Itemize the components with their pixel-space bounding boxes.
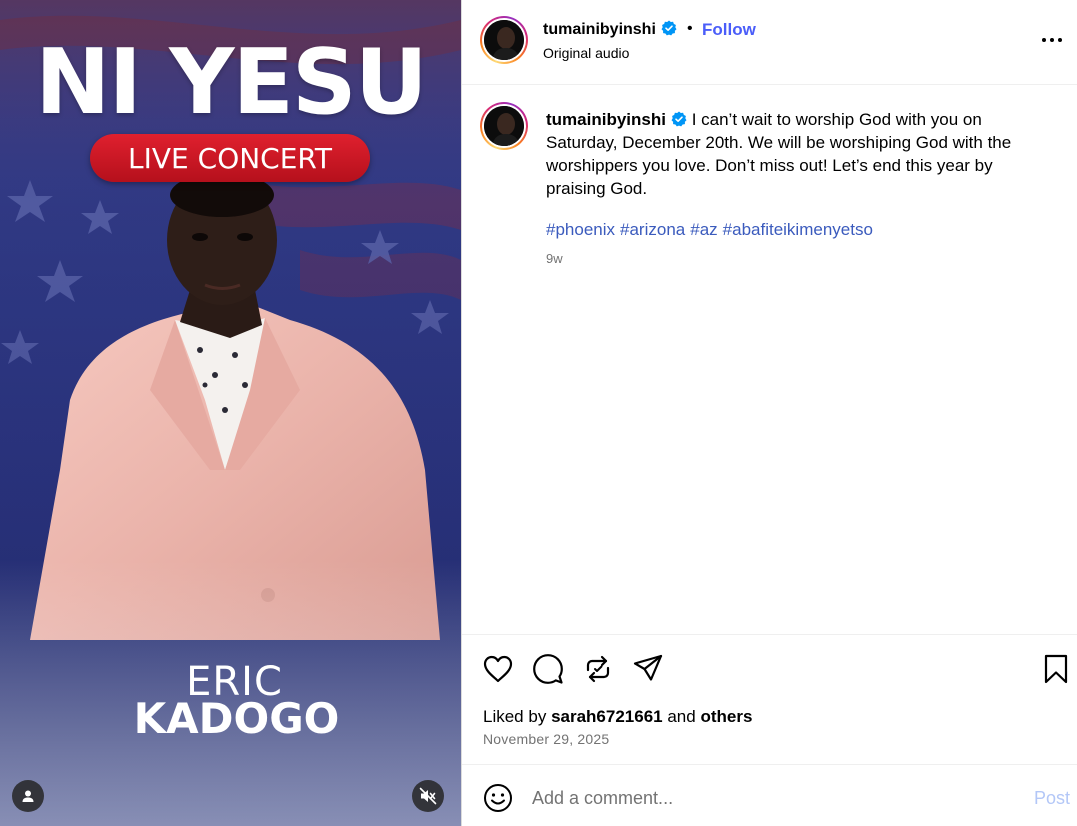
likes-summary: Liked by sarah6721661 and others <box>483 707 752 727</box>
liked-by-prefix: Liked by <box>483 707 547 726</box>
poster-artist-last: KADOGO <box>133 694 340 743</box>
post-caption: tumainibyinshi I can’t wait to worship G… <box>462 86 1077 634</box>
separator-dot: • <box>687 20 693 37</box>
liked-by-others[interactable]: others <box>700 707 752 726</box>
comment-bar: Post <box>462 764 1077 826</box>
avatar[interactable] <box>480 16 528 64</box>
caption-avatar[interactable] <box>480 102 528 150</box>
tagged-users-button[interactable] <box>12 780 44 812</box>
poster-subtitle-pill: LIVE CONCERT <box>90 134 370 182</box>
follow-button[interactable]: Follow <box>702 20 756 40</box>
post-comment-button[interactable]: Post <box>1034 788 1070 809</box>
emoji-icon[interactable] <box>483 783 513 813</box>
more-options-icon[interactable] <box>1040 30 1064 50</box>
post-header: tumainibyinshi • Follow Original audio <box>462 0 1077 85</box>
like-heart-icon[interactable] <box>482 653 514 685</box>
hashtag-link[interactable]: #az <box>690 220 717 239</box>
caption-timestamp[interactable]: 9w <box>546 251 563 266</box>
repost-icon[interactable] <box>582 653 614 685</box>
profile-photo <box>484 20 524 60</box>
verified-badge-icon <box>661 20 677 36</box>
post-details-panel: tumainibyinshi • Follow Original audio t… <box>461 0 1077 826</box>
profile-photo <box>484 106 524 146</box>
hashtag-link[interactable]: #arizona <box>620 220 685 239</box>
caption-username[interactable]: tumainibyinshi <box>546 110 666 129</box>
poster-title: NI YESU <box>35 30 428 135</box>
liked-by-and: and <box>667 707 696 726</box>
post-media[interactable]: NI YESU LIVE CONCERT ERIC KADOGO <box>0 0 461 826</box>
comment-input[interactable] <box>532 783 1012 813</box>
liked-by-user[interactable]: sarah6721661 <box>551 707 663 726</box>
comment-icon[interactable] <box>532 653 564 685</box>
audio-link[interactable]: Original audio <box>543 45 629 61</box>
bookmark-icon[interactable] <box>1040 653 1072 685</box>
share-icon[interactable] <box>632 653 664 685</box>
post-author-username[interactable]: tumainibyinshi <box>543 20 677 39</box>
caption-hashtags: #phoenix #arizona #az #abafiteikimenyetso <box>546 220 878 240</box>
hashtag-link[interactable]: #phoenix <box>546 220 615 239</box>
speaker-muted-icon <box>419 787 437 805</box>
mute-toggle-button[interactable] <box>412 780 444 812</box>
verified-badge-icon <box>671 111 687 127</box>
post-actions: Liked by sarah6721661 and others Novembe… <box>462 634 1077 764</box>
user-icon <box>22 790 34 802</box>
hashtag-link[interactable]: #abafiteikimenyetso <box>723 220 873 239</box>
post-date[interactable]: November 29, 2025 <box>483 731 609 747</box>
caption-text-block: tumainibyinshi I can’t wait to worship G… <box>546 108 1046 200</box>
